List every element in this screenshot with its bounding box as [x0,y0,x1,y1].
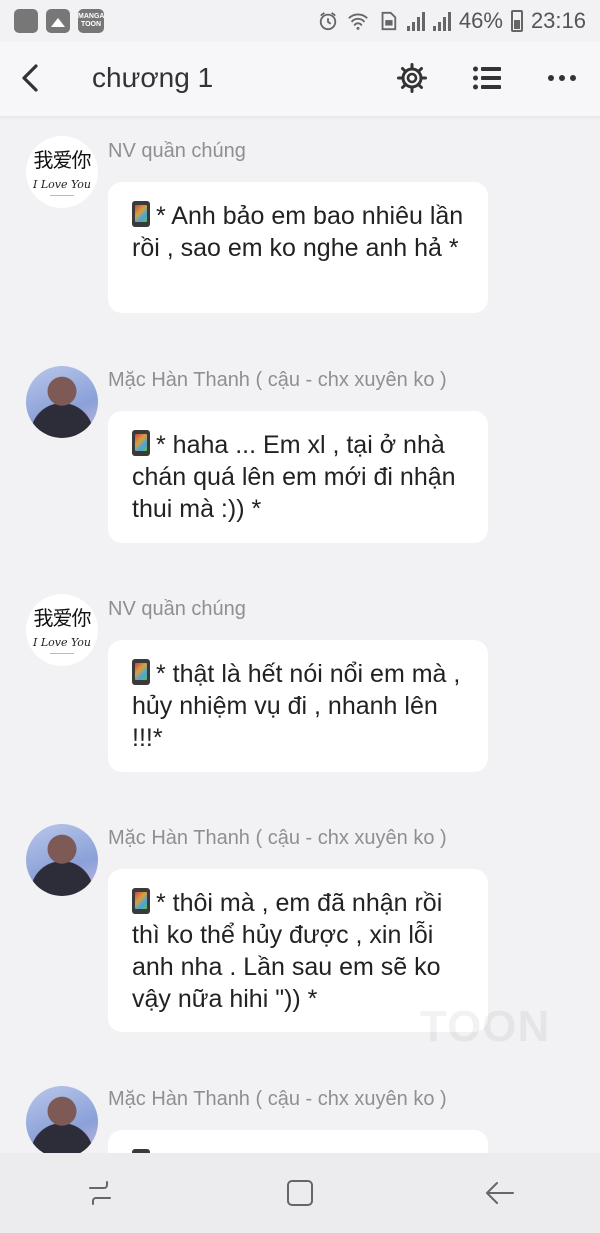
message-bubble: * haha ... Em xl , tại ở nhà chán quá lê… [108,411,488,543]
message-bubble: * Anh bảo em bao nhiêu lần rồi , sao em … [108,182,488,313]
gallery-icon [46,9,70,33]
mobile-phone-icon [132,888,150,914]
message-text: * thật là hết nói nổi em mà , hủy nhiệm … [132,660,461,752]
signal-icon [406,11,425,31]
chat-area[interactable]: 我爱你 I Love You NV quần chúng * Anh bảo e… [0,116,600,1153]
mangatoon-app-icon: MANGA TOON [78,9,104,33]
signal-icon-2 [432,11,451,31]
sender-name: Mặc Hàn Thanh ( cậu - chx xuyên ko ) [108,369,447,391]
watermark: TOON [420,1002,551,1051]
list-icon [473,66,501,90]
home-icon [287,1180,313,1206]
message-bubble: * thật là hết nói nổi em mà , hủy nhiệm … [108,640,488,772]
message-bubble [108,1130,488,1153]
recent-apps-button[interactable] [70,1163,130,1223]
avatar[interactable]: 我爱你 I Love You [26,594,98,666]
notification-icon [14,9,38,33]
message-text: * haha ... Em xl , tại ở nhà chán quá lê… [132,431,456,523]
message-text: * Anh bảo em bao nhiêu lần rồi , sao em … [132,202,464,262]
message-text: * thôi mà , em đã nhận rồi thì ko thể hủ… [132,889,443,1013]
back-button[interactable] [14,58,48,98]
sender-name: Mặc Hàn Thanh ( cậu - chx xuyên ko ) [108,1088,447,1110]
avatar-english-text: I Love You [26,178,98,196]
avatar-chinese-text: 我爱你 [33,148,92,172]
page-title: chương 1 [92,62,214,93]
avatar-english-text: I Love You [26,636,98,654]
sender-name: NV quần chúng [108,140,246,162]
back-icon [486,1182,514,1204]
home-button[interactable] [270,1163,330,1223]
nav-back-button[interactable] [470,1163,530,1223]
avatar[interactable] [26,1086,98,1153]
chapter-list-button[interactable] [467,58,507,98]
avatar-chinese-text: 我爱你 [33,606,92,630]
mobile-phone-icon [132,659,150,685]
wifi-icon [348,13,368,30]
avatar[interactable] [26,824,98,896]
avatar[interactable]: 我爱你 I Love You [26,136,98,208]
clock: 23:16 [530,8,586,33]
battery-icon [510,10,523,32]
more-icon [548,75,576,81]
avatar[interactable] [26,366,98,438]
mobile-phone-icon [132,201,150,227]
more-button[interactable] [542,58,582,98]
alarm-icon [319,12,337,31]
gear-icon [397,63,427,93]
settings-button[interactable] [392,58,432,98]
battery-percentage: 46% [458,8,503,33]
sender-name: NV quần chúng [108,598,246,620]
back-arrow-icon [22,64,38,92]
recent-apps-icon [89,1181,111,1205]
sender-name: Mặc Hàn Thanh ( cậu - chx xuyên ko ) [108,827,447,849]
mobile-phone-icon [132,430,150,456]
sim-card-icon [381,11,397,31]
top-app-bar: chương 1 [0,42,600,116]
status-bar: MANGA TOON 46% 23:16 [0,0,600,42]
system-navigation-bar [0,1153,600,1233]
